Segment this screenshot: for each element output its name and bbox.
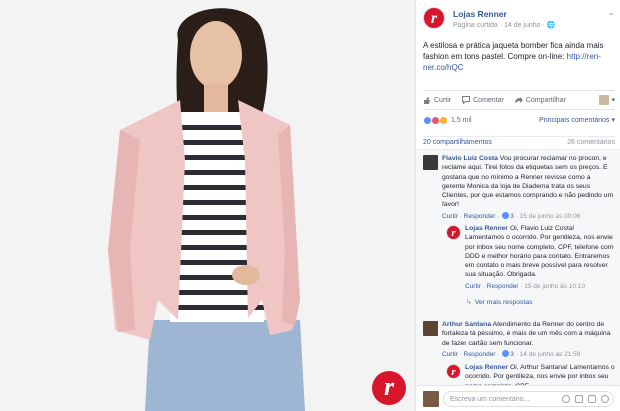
comment-reply-link[interactable]: Responder bbox=[464, 351, 496, 358]
comment-like-link[interactable]: Curtir bbox=[442, 351, 458, 358]
reactions-row: 1,5 mil Principais comentários ▾ bbox=[423, 113, 615, 127]
comments-list[interactable]: Flavio Luiz Costa Vou procurar reclamar … bbox=[416, 149, 620, 385]
page-name-link[interactable]: Lojas Renner bbox=[453, 9, 507, 19]
reply-author[interactable]: Lojas Renner bbox=[465, 225, 508, 232]
reply-avatar[interactable]: r bbox=[446, 364, 461, 379]
like-button-label: Curtir bbox=[434, 96, 452, 104]
reply-text: Oi, Flavio Luiz Costa! Lamentamos o ocor… bbox=[465, 225, 614, 279]
model-illustration bbox=[0, 0, 415, 411]
chevron-down-icon: ▾ bbox=[611, 97, 615, 104]
comment-button-label: Comentar bbox=[473, 96, 504, 104]
shares-count-link[interactable]: 20 compartilhamentos bbox=[423, 139, 492, 148]
gif-icon[interactable] bbox=[588, 395, 596, 403]
comment-like-count[interactable]: 3 bbox=[510, 213, 514, 220]
comment-reply-link[interactable]: Responder bbox=[464, 213, 496, 220]
share-button-label: Compartilhar bbox=[525, 96, 566, 104]
comment-actions: Curtir · Responder · 3 · 15 de junho às … bbox=[442, 211, 581, 220]
comment-body: Flavio Luiz Costa Vou procurar reclamar … bbox=[442, 154, 614, 221]
post-options-chevron-icon[interactable]: ⌄ bbox=[607, 7, 615, 18]
sticker-icon[interactable] bbox=[601, 395, 609, 403]
reply-body: Lojas Renner Oi, Flavio Luiz Costa! Lame… bbox=[465, 224, 615, 291]
post-as-selector[interactable]: ▾ bbox=[599, 95, 615, 105]
emoji-icon[interactable] bbox=[562, 395, 570, 403]
post-side-panel: r Lojas Renner Página curtida · 14 de ju… bbox=[415, 0, 620, 411]
post-header: r Lojas Renner Página curtida · 14 de ju… bbox=[423, 7, 615, 33]
comment-composer bbox=[416, 385, 620, 411]
page-avatar[interactable]: r bbox=[423, 7, 445, 29]
reply-reply-link[interactable]: Responder bbox=[487, 283, 519, 290]
comment-icon bbox=[462, 96, 471, 104]
comment-author[interactable]: Flavio Luiz Costa bbox=[442, 155, 498, 162]
post-text: A estilosa e prática jaqueta bomber fica… bbox=[423, 40, 615, 73]
haha-reaction-icon[interactable] bbox=[439, 115, 448, 125]
like-count-icon bbox=[502, 349, 510, 357]
view-more-replies-link[interactable]: Ver mais respostas bbox=[466, 298, 533, 306]
post-photo[interactable]: r bbox=[0, 0, 415, 411]
viewer-avatar bbox=[423, 391, 439, 407]
comment-like-count[interactable]: 3 bbox=[510, 351, 514, 358]
thumbs-up-icon bbox=[424, 97, 430, 104]
reply-author[interactable]: Lojas Renner bbox=[465, 364, 508, 371]
comment-like-link[interactable]: Curtir bbox=[442, 213, 458, 220]
reply-like-link[interactable]: Curtir bbox=[465, 283, 481, 290]
reply-actions: Curtir · Responder · 15 de junho às 10:1… bbox=[465, 282, 585, 290]
viewer-avatar bbox=[599, 95, 610, 105]
reactions-count[interactable]: 1,5 mil bbox=[451, 117, 472, 124]
reply-body: Lojas Renner Oi, Arthur Santana! Lamenta… bbox=[465, 363, 615, 385]
comment-author[interactable]: Arthur Santana bbox=[442, 321, 491, 328]
comment-body: Arthur Santana Atendimento da Renner do … bbox=[442, 320, 614, 359]
commenter-avatar[interactable] bbox=[423, 155, 438, 170]
brand-logo-watermark: r bbox=[372, 371, 406, 405]
like-count-icon bbox=[502, 211, 510, 219]
comment-time[interactable]: 14 de junho às 21:59 bbox=[520, 351, 581, 358]
post-action-bar: Curtir Comentar Compartilhar ▾ bbox=[423, 90, 615, 110]
composer-icons bbox=[562, 395, 609, 403]
comments-count[interactable]: 26 comentários bbox=[567, 139, 615, 148]
comment-text: Vou procurar reclamar no procon, e recla… bbox=[442, 155, 614, 209]
share-icon bbox=[514, 97, 523, 103]
like-button[interactable]: Curtir bbox=[423, 96, 451, 104]
post-meta: Página curtida · 14 de junho · 🌐 bbox=[453, 22, 556, 29]
reply-time[interactable]: 15 de junho às 10:10 bbox=[524, 283, 585, 290]
commenter-avatar[interactable] bbox=[423, 321, 438, 336]
post-stats: 20 compartilhamentos 26 comentários bbox=[423, 136, 615, 148]
comment-sort-dropdown[interactable]: Principais comentários ▾ bbox=[539, 116, 615, 124]
comment-actions: Curtir · Responder · 3 · 14 de junho às … bbox=[442, 349, 581, 358]
share-button[interactable]: Compartilhar bbox=[514, 96, 566, 104]
comment-button[interactable]: Comentar bbox=[462, 96, 504, 104]
comment-time[interactable]: 15 de junho às 00:06 bbox=[520, 213, 581, 220]
reply-avatar[interactable]: r bbox=[446, 225, 461, 240]
camera-icon[interactable] bbox=[575, 395, 583, 403]
